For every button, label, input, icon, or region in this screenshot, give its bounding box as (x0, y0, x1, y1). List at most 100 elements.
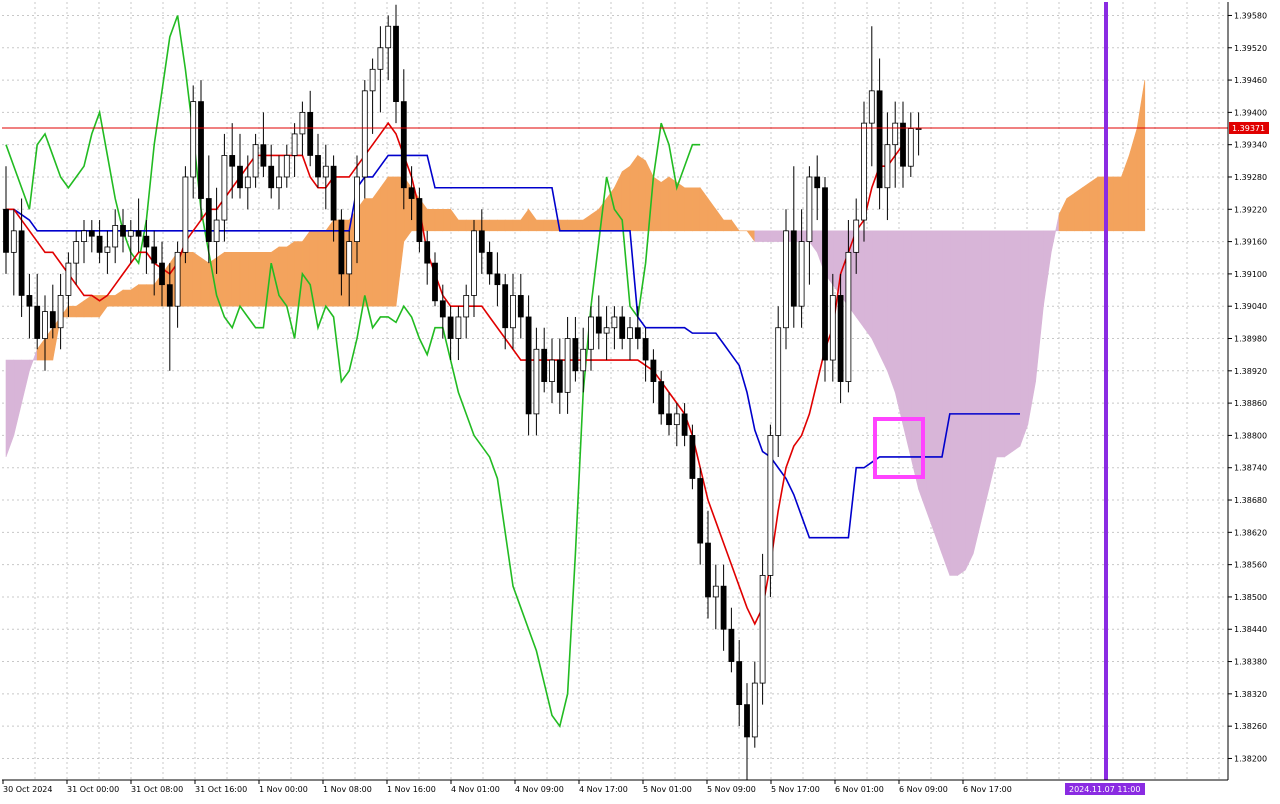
cloud-segment (302, 229, 311, 307)
candle-body (283, 155, 290, 178)
time-tick-label: 4 Nov 01:00 (451, 785, 500, 794)
candle-body (166, 284, 173, 307)
cloud-segment (512, 219, 522, 232)
cloud-segment (434, 208, 444, 232)
candle-body (291, 133, 298, 156)
cloud-segment (68, 305, 77, 318)
cloud-segment (442, 208, 451, 232)
candle-body (400, 101, 407, 189)
candle-body (829, 295, 836, 361)
candle-body (424, 241, 431, 264)
candle-body (237, 165, 243, 189)
candle-body (127, 230, 134, 237)
cloud-segment (980, 230, 990, 522)
cloud-segment (380, 176, 389, 307)
candle-body (572, 338, 579, 372)
cloud-segment (684, 187, 693, 232)
candle-body (712, 585, 719, 598)
candle-body (439, 300, 446, 318)
candle-body (673, 413, 680, 426)
cloud-segment (762, 230, 771, 242)
candle-body (853, 219, 860, 253)
candle-body (486, 251, 493, 275)
price-tick-label: 1.39340 (1234, 141, 1267, 150)
time-cursor-badge: 2024.11.07 11:00 (1065, 783, 1145, 795)
ichimoku-chart: 1.39580 1.39520 1.39460 1.39400 1.39340 1.392… (0, 0, 1280, 800)
cloud-segment (543, 219, 553, 232)
cloud-segment (887, 230, 896, 393)
candle-body (556, 359, 563, 393)
candle-body (42, 311, 48, 339)
candle-body (322, 165, 329, 178)
candle-body (900, 122, 906, 167)
time-tick-label: 1 Nov 16:00 (387, 785, 436, 794)
candle-body (580, 348, 587, 372)
candle-body (689, 435, 696, 479)
candle-body (18, 230, 25, 296)
candle-body (88, 230, 95, 237)
price-tick-label: 1.38380 (1234, 658, 1267, 667)
cloud-segment (933, 230, 943, 554)
candle-body (603, 327, 610, 334)
time-tick-label: 6 Nov 17:00 (963, 785, 1012, 794)
price-tick-label: 1.39460 (1234, 76, 1267, 85)
cloud-segment (146, 284, 155, 307)
time-tick-label: 6 Nov 09:00 (899, 785, 948, 794)
candle-body (884, 144, 891, 189)
candle-body (260, 144, 267, 167)
candle-body (205, 198, 212, 242)
candle-body (767, 435, 774, 576)
candle-body (619, 316, 626, 339)
candle-body (751, 682, 758, 738)
cloud-segment (504, 219, 514, 232)
cloud-segment (1004, 230, 1013, 458)
cloud-segment (1066, 192, 1075, 232)
cloud-segment (629, 154, 639, 232)
cloud-segment (637, 154, 646, 232)
cloud-segment (294, 241, 303, 307)
cloud-segment (902, 230, 912, 458)
time-cursor-label: 2024.11.07 11:00 (1069, 785, 1140, 794)
price-tick-label: 1.39400 (1234, 108, 1267, 117)
time-tick-label: 6 Nov 01:00 (835, 785, 884, 794)
candle-body (3, 208, 9, 253)
candle-body (588, 316, 594, 350)
cloud-segment (317, 230, 327, 307)
price-tick-label: 1.38680 (1234, 496, 1267, 505)
candle-body (595, 316, 602, 334)
candle-body (502, 284, 509, 329)
candle-body (790, 230, 797, 307)
price-tick-label: 1.39280 (1234, 173, 1267, 182)
candle-body (783, 230, 789, 329)
cloud-segment (754, 230, 763, 242)
candle-body (728, 628, 735, 662)
cloud-segment (949, 230, 958, 576)
cloud-segment (372, 186, 381, 307)
candle-body (26, 295, 33, 307)
candle-body (642, 338, 649, 361)
cloud-segment (871, 230, 880, 355)
cloud-segment (770, 230, 779, 242)
candle-body (112, 225, 119, 248)
candle-body (720, 585, 727, 630)
cloud-segment (910, 230, 919, 490)
candle-body (822, 187, 828, 361)
cloud-segment (325, 219, 334, 307)
cloud-segment (1089, 176, 1099, 232)
cloud-segment (965, 230, 974, 571)
candle-body (73, 241, 80, 264)
candle-body (564, 338, 571, 393)
candle-body (666, 413, 672, 426)
candle-body (276, 176, 282, 189)
candle-body (393, 25, 399, 103)
candle-body (432, 262, 438, 302)
candle-body (174, 251, 181, 307)
candle-body (525, 316, 532, 415)
price-tick-label: 1.39040 (1234, 302, 1267, 311)
cloud-segment (473, 219, 483, 232)
candle-body (252, 144, 259, 178)
candle-body (385, 25, 392, 49)
time-tick-label: 1 Nov 08:00 (323, 785, 372, 794)
cloud-segment (926, 230, 935, 533)
candle-body (268, 165, 275, 189)
